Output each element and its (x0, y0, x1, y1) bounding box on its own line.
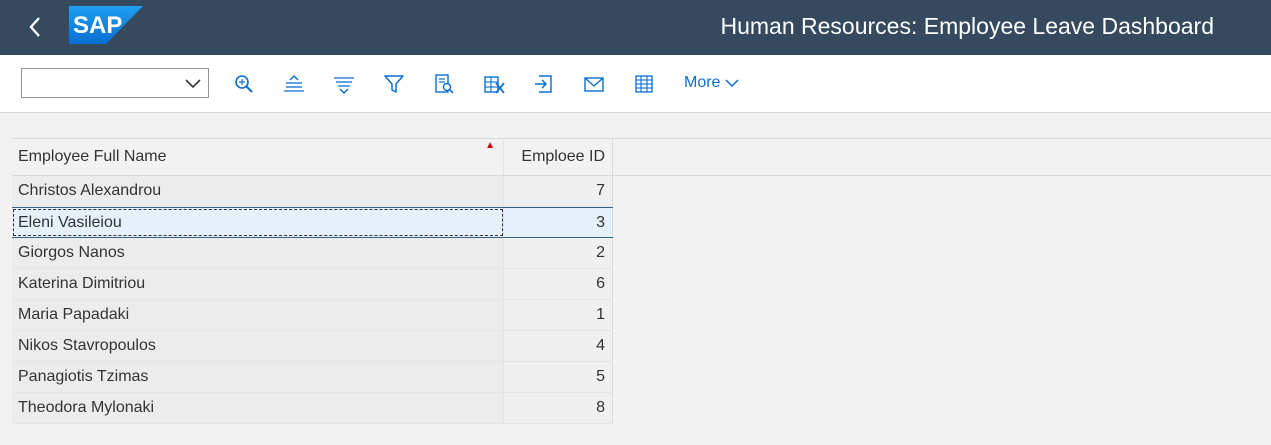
export-excel-icon[interactable] (483, 73, 505, 95)
sap-logo: SAP (69, 6, 143, 49)
cell-id: 1 (504, 300, 613, 330)
filter-icon[interactable] (383, 73, 405, 95)
column-header-id[interactable]: Emploee ID (504, 139, 613, 175)
table-row[interactable]: Theodora Mylonaki 8 (12, 393, 613, 424)
back-button[interactable] (22, 12, 50, 42)
page-title: Human Resources: Employee Leave Dashboar… (720, 13, 1215, 39)
cell-name: Katerina Dimitriou (12, 269, 504, 299)
shell-bar: SAP Human Resources: Employee Leave Dash… (0, 0, 1271, 55)
cell-id: 3 (504, 208, 613, 237)
cell-id: 8 (504, 393, 613, 423)
spreadsheet-icon[interactable] (633, 73, 655, 95)
chevron-down-icon (185, 79, 201, 89)
table-row[interactable]: Panagiotis Tzimas 5 (12, 362, 613, 393)
logo-text: SAP (73, 12, 122, 39)
cell-name: Nikos Stavropoulos (12, 331, 504, 361)
employee-grid: Employee Full Name ▲ Emploee ID Christos… (12, 138, 613, 424)
column-header-name[interactable]: Employee Full Name ▲ (12, 139, 504, 175)
mail-icon[interactable] (583, 73, 605, 95)
table-row[interactable]: Giorgos Nanos 2 (12, 238, 613, 269)
cell-name: Giorgos Nanos (12, 238, 504, 268)
grid-header-filler (613, 138, 1271, 176)
chevron-down-icon (725, 79, 739, 87)
chevron-left-icon (29, 17, 40, 37)
search-icon[interactable] (233, 73, 255, 95)
sort-indicator-icon: ▲ (485, 140, 495, 151)
table-row[interactable]: Maria Papadaki 1 (12, 300, 613, 331)
cell-name: Panagiotis Tzimas (12, 362, 504, 392)
table-row[interactable]: Katerina Dimitriou 6 (12, 269, 613, 300)
export-icon[interactable] (533, 73, 555, 95)
more-label: More (684, 74, 721, 91)
cell-id: 6 (504, 269, 613, 299)
toolbar: More (0, 55, 1271, 113)
layout-variant-select[interactable] (21, 68, 209, 98)
cell-id: 4 (504, 331, 613, 361)
cell-name: Christos Alexandrou (12, 176, 504, 206)
more-button[interactable]: More (684, 74, 740, 92)
cell-id: 5 (504, 362, 613, 392)
sort-ascending-icon[interactable] (283, 73, 305, 95)
cell-id: 7 (504, 176, 613, 206)
table-row[interactable]: Eleni Vasileiou 3 (12, 207, 613, 238)
table-row[interactable]: Nikos Stavropoulos 4 (12, 331, 613, 362)
cell-id: 2 (504, 238, 613, 268)
cell-name: Eleni Vasileiou (12, 208, 504, 237)
find-icon[interactable] (433, 73, 455, 95)
column-header-label: Employee Full Name (18, 148, 167, 165)
cell-name: Maria Papadaki (12, 300, 504, 330)
cell-name: Theodora Mylonaki (12, 393, 504, 423)
column-header-label: Emploee ID (521, 148, 605, 165)
grid-header: Employee Full Name ▲ Emploee ID (12, 138, 613, 176)
table-row[interactable]: Christos Alexandrou 7 (12, 176, 613, 207)
sort-descending-icon[interactable] (333, 73, 355, 95)
